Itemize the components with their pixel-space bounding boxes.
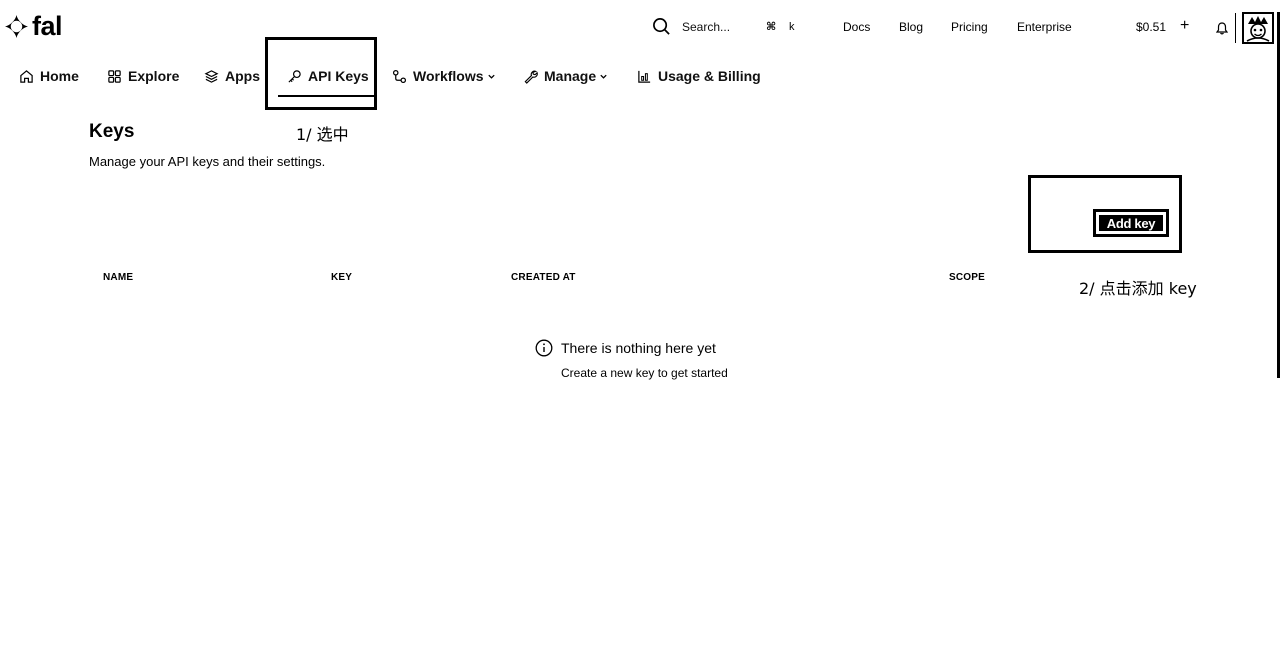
page-subtitle: Manage your API keys and their settings. bbox=[89, 154, 326, 169]
annotation-highlight-api-keys bbox=[265, 37, 377, 110]
nav-item-apps[interactable]: Apps bbox=[204, 66, 260, 86]
nav-item-usage-billing[interactable]: Usage & Billing bbox=[637, 66, 761, 86]
search-icon bbox=[652, 17, 671, 36]
fal-logo[interactable]: fal bbox=[4, 11, 63, 41]
nav-item-workflows[interactable]: Workflows bbox=[392, 66, 496, 86]
empty-state-title: There is nothing here yet bbox=[561, 340, 716, 356]
shortcut-key-hint: k bbox=[789, 21, 795, 33]
avatar-image bbox=[1244, 14, 1272, 42]
column-header-key[interactable]: KEY bbox=[331, 272, 352, 283]
fal-logo-icon bbox=[5, 14, 28, 38]
nav-item-label: Home bbox=[40, 68, 79, 84]
nav-item-label: Workflows bbox=[413, 68, 484, 84]
bell-icon bbox=[1215, 21, 1228, 34]
home-icon bbox=[20, 69, 33, 83]
add-key-button[interactable]: Add key bbox=[1093, 209, 1169, 237]
nav-item-label: Manage bbox=[544, 68, 597, 84]
column-header-name[interactable]: NAME bbox=[103, 272, 133, 283]
credit-balance[interactable]: $0.51 bbox=[1136, 20, 1166, 34]
chevron-down-icon bbox=[487, 74, 495, 79]
nav-item-label: Apps bbox=[225, 68, 260, 84]
nav-item-label: Usage & Billing bbox=[658, 68, 761, 84]
layers-icon bbox=[204, 69, 219, 83]
column-header-created-at[interactable]: CREATED AT bbox=[511, 272, 576, 283]
top-link-blog[interactable]: Blog bbox=[899, 20, 923, 34]
command-key-hint: ⌘ bbox=[766, 21, 777, 33]
add-credit-button[interactable]: + bbox=[1180, 17, 1189, 35]
top-link-pricing[interactable]: Pricing bbox=[951, 20, 988, 34]
grid-icon bbox=[108, 69, 121, 83]
top-link-enterprise[interactable]: Enterprise bbox=[1017, 20, 1072, 34]
avatar[interactable] bbox=[1242, 12, 1274, 44]
annotation-step-1: 1/ 选中 bbox=[296, 125, 349, 144]
annotation-step-2: 2/ 点击添加 key bbox=[1079, 279, 1197, 298]
page-title: Keys bbox=[89, 121, 135, 142]
empty-state-subtitle: Create a new key to get started bbox=[561, 366, 728, 380]
search-placeholder: Search... bbox=[682, 19, 731, 34]
workflow-icon bbox=[392, 69, 407, 83]
column-header-scope[interactable]: SCOPE bbox=[949, 272, 985, 283]
add-key-label: Add key bbox=[1099, 215, 1163, 231]
top-link-docs[interactable]: Docs bbox=[843, 20, 870, 34]
nav-item-label: Explore bbox=[128, 68, 180, 84]
wrench-icon bbox=[524, 70, 538, 84]
brand-name: fal bbox=[32, 11, 63, 41]
chart-icon bbox=[638, 70, 651, 83]
nav-item-home[interactable]: Home bbox=[19, 66, 79, 86]
search-bar[interactable]: Search... bbox=[652, 17, 730, 36]
nav-item-manage[interactable]: Manage bbox=[523, 66, 608, 86]
chevron-down-icon bbox=[600, 74, 607, 79]
nav-item-explore[interactable]: Explore bbox=[107, 66, 179, 86]
notifications-button[interactable] bbox=[1208, 13, 1236, 43]
info-icon bbox=[535, 339, 553, 357]
